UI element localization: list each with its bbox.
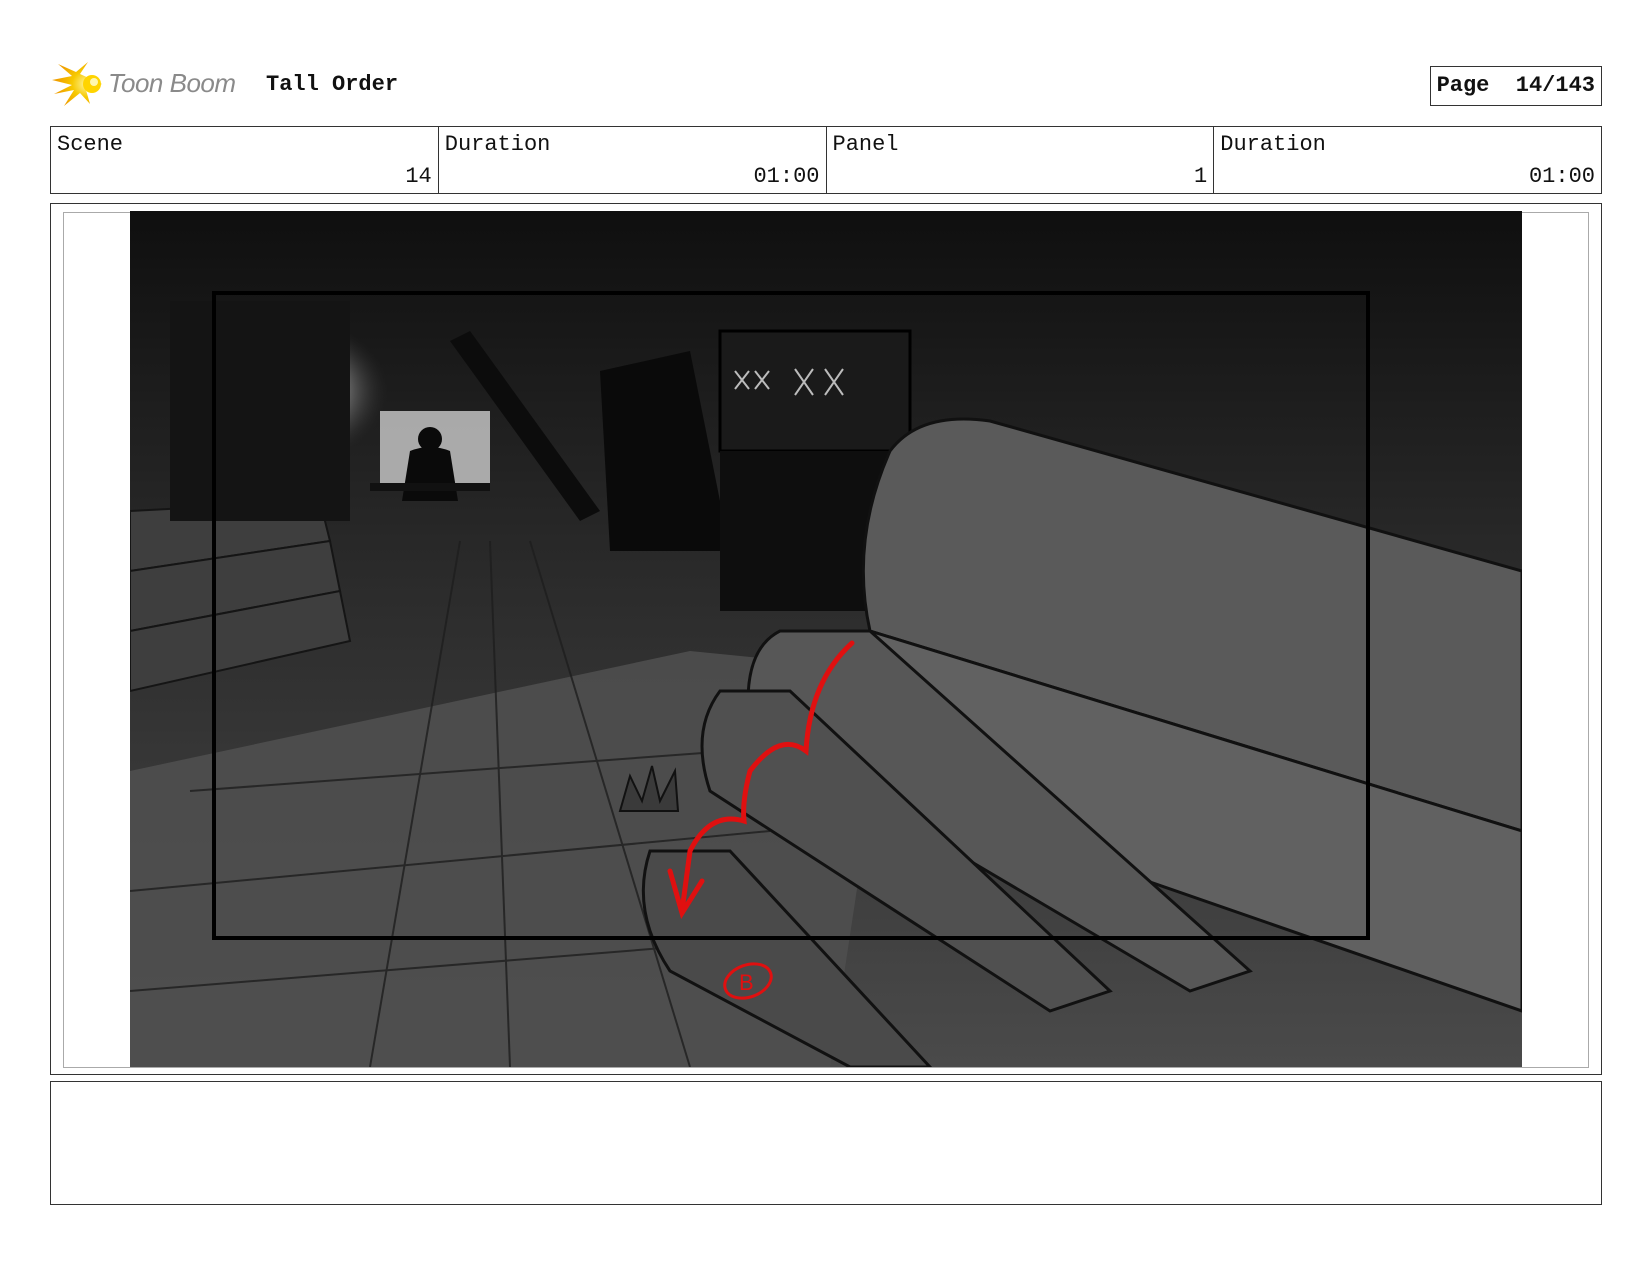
page-value: 14/143 xyxy=(1515,73,1595,98)
panel-duration-cell: Duration 01:00 xyxy=(1214,127,1601,193)
scene-duration-value: 01:00 xyxy=(753,164,820,189)
scene-info-table: Scene 14 Duration 01:00 Panel 1 Duration… xyxy=(50,126,1602,194)
toon-boom-logo-icon xyxy=(52,62,102,106)
panel-cell: Panel 1 xyxy=(827,127,1215,193)
panel-duration-value: 01:00 xyxy=(1528,164,1595,189)
storyboard-header: Toon Boom Tall Order Page 14/143 xyxy=(50,58,1602,110)
panel-label: Panel xyxy=(832,132,899,157)
scene-label: Scene xyxy=(57,132,124,157)
storyboard-sketch-image: B xyxy=(130,211,1522,1067)
panel-duration-label: Duration xyxy=(1220,132,1326,157)
scene-duration-cell: Duration 01:00 xyxy=(439,127,827,193)
annotation-mark: B xyxy=(739,970,754,995)
page-label: Page xyxy=(1436,73,1490,98)
brand-name: Toon Boom xyxy=(108,68,236,98)
page-indicator: Page 14/143 xyxy=(1429,66,1602,106)
scene-cell: Scene 14 xyxy=(51,127,439,193)
scene-value: 14 xyxy=(405,164,432,189)
scene-duration-label: Duration xyxy=(444,132,551,157)
project-title: Tall Order xyxy=(266,72,399,97)
panel-notes-box xyxy=(50,1081,1602,1205)
panel-value: 1 xyxy=(1194,164,1208,189)
